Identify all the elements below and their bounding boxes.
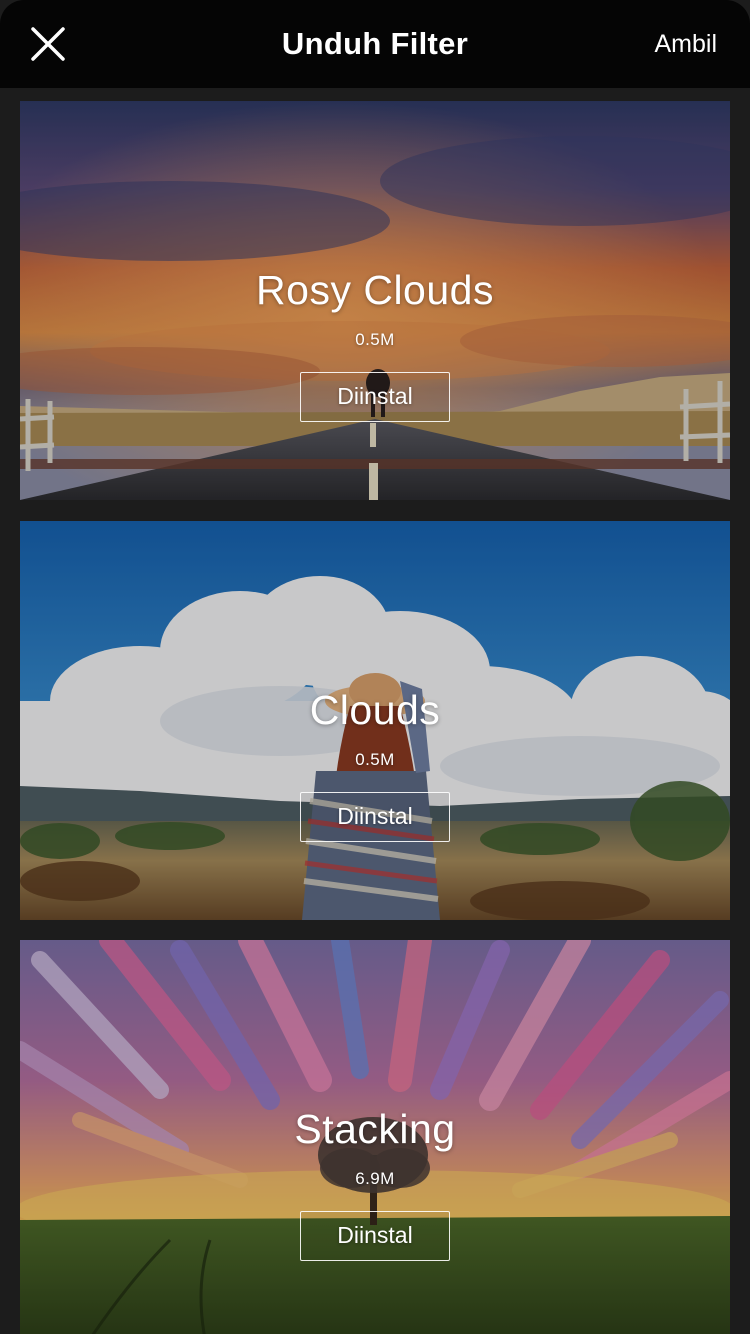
installed-button[interactable]: Diinstal [300,372,450,422]
filter-size: 0.5M [355,750,395,769]
filter-download-screen: Unduh Filter Ambil Rosy Clouds 0.5M Diin… [0,0,750,1334]
filter-card-rosy-clouds[interactable]: Rosy Clouds 0.5M Diinstal [20,101,730,500]
filter-size: 0.5M [355,330,395,349]
filter-name: Clouds [309,687,441,733]
filter-card-clouds[interactable]: Clouds 0.5M Diinstal [20,521,730,920]
top-bar: Unduh Filter Ambil [0,0,750,88]
installed-button[interactable]: Diinstal [300,792,450,842]
filter-name: Rosy Clouds [256,267,494,313]
filter-name: Stacking [294,1106,456,1152]
filter-size: 6.9M [355,1169,395,1188]
installed-button[interactable]: Diinstal [300,1211,450,1261]
page-title: Unduh Filter [281,26,469,61]
filter-card-stacking[interactable]: Stacking 6.9M Diinstal [20,940,730,1334]
take-button[interactable]: Ambil [654,30,717,59]
